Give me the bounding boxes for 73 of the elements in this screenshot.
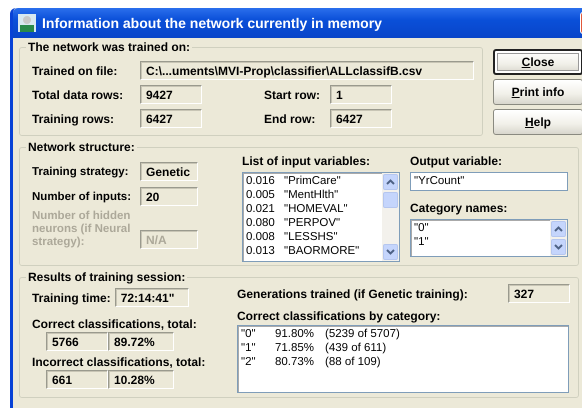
value-field: 6427 (330, 109, 392, 128)
percent-text: 91.80% (275, 327, 316, 341)
group-title: Network structure: (27, 140, 136, 154)
value-field: N/A (140, 230, 198, 249)
caret-up-icon (554, 226, 563, 232)
category-name: "0" (414, 221, 429, 235)
input-variables-list[interactable]: 0.016 "PrimCare" 0.005 "MentHlth" 0.021 "HOMEVAL" 0.080 "PERPOV" 0.008 "LESSHS" 0.013 "BAORMORE" (242, 172, 400, 262)
group-title: Results of training session: (27, 270, 186, 284)
field-label: Output variable: (410, 154, 504, 168)
field-label: End row: (264, 112, 316, 126)
field-label: Number of hidden neurons (if Neural strategy): (32, 210, 132, 249)
value-field: Genetic (140, 162, 198, 181)
variable-name: "MentHlth" (284, 188, 338, 202)
category-name: "2" (241, 355, 257, 369)
value-field: 20 (140, 187, 198, 206)
field-label: Training rows: (32, 112, 116, 126)
window-title: Information about the network currently in memory (42, 15, 382, 31)
variable-name: "LESSHS" (284, 230, 338, 244)
caret-up-icon (386, 179, 395, 185)
scroll-down-button[interactable] (383, 244, 398, 260)
variable-name: "BAORMORE" (284, 244, 360, 258)
weight-text: 0.005 (246, 188, 276, 202)
count-text: (5239 of 5707) (325, 327, 400, 341)
person-icon (18, 14, 36, 32)
count-text: (88 of 109) (325, 355, 381, 369)
list-label: Correct classifications by category: (237, 309, 442, 323)
list-label: Category names: (410, 201, 508, 215)
category-list[interactable]: "0" "1" (410, 219, 568, 257)
field-label: Number of inputs: (32, 190, 132, 202)
scrollbar-thumb[interactable] (383, 192, 398, 208)
field-label: Training time: (32, 290, 111, 304)
percent-text: 71.85% (275, 341, 316, 355)
value-field: 6427 (140, 109, 202, 128)
field-label: Trained on file: (32, 64, 118, 78)
scroll-up-button[interactable] (383, 174, 398, 190)
weight-text: 0.008 (246, 230, 276, 244)
caret-down-icon (554, 244, 563, 250)
field-label: Incorrect classifications, total: (32, 355, 206, 369)
weight-text: 0.080 (246, 216, 276, 230)
list-label: List of input variables: (242, 154, 372, 168)
value-field: 10.28% (108, 370, 174, 389)
variable-name: "PrimCare" (284, 174, 341, 188)
value-field: 72:14:41" (114, 288, 189, 307)
category-name: "0" (241, 327, 257, 341)
field-label: Start row: (264, 88, 322, 102)
dialog-button[interactable]: Help (493, 109, 582, 135)
file-field: C:\...uments\MVI-Prop\classifier\ALLclassifB.csv (140, 61, 474, 80)
scroll-down-button[interactable] (551, 239, 566, 255)
value-field: 89.72% (108, 332, 174, 351)
variable-name: "PERPOV" (284, 216, 340, 230)
field-label: Generations trained (if Genetic training): (237, 286, 468, 300)
category-name: "1" (414, 235, 429, 249)
dialog-button[interactable]: Print info (493, 79, 582, 105)
weight-text: 0.021 (246, 202, 276, 216)
category-name: "1" (241, 341, 257, 355)
value-field: 1 (330, 85, 392, 104)
field-label: Correct classifications, total: (32, 317, 198, 331)
field-label: Training strategy: (32, 166, 130, 178)
value-field: 9427 (140, 85, 202, 104)
value-field: 327 (508, 284, 570, 303)
weight-text: 0.013 (246, 244, 276, 258)
weight-text: 0.016 (246, 174, 276, 188)
group-title: The network was trained on: (27, 40, 192, 54)
field-label: Total data rows: (32, 88, 124, 102)
output-field: "YrCount" (410, 172, 568, 191)
caret-down-icon (386, 249, 395, 255)
variable-name: "HOMEVAL" (284, 202, 348, 216)
value-field: 661 (46, 370, 108, 389)
value-field: 5766 (46, 332, 108, 351)
percent-text: 80.73% (275, 355, 316, 369)
dialog-button[interactable]: Close (493, 49, 582, 75)
count-text: (439 of 611) (325, 341, 386, 355)
scroll-up-button[interactable] (551, 221, 566, 237)
